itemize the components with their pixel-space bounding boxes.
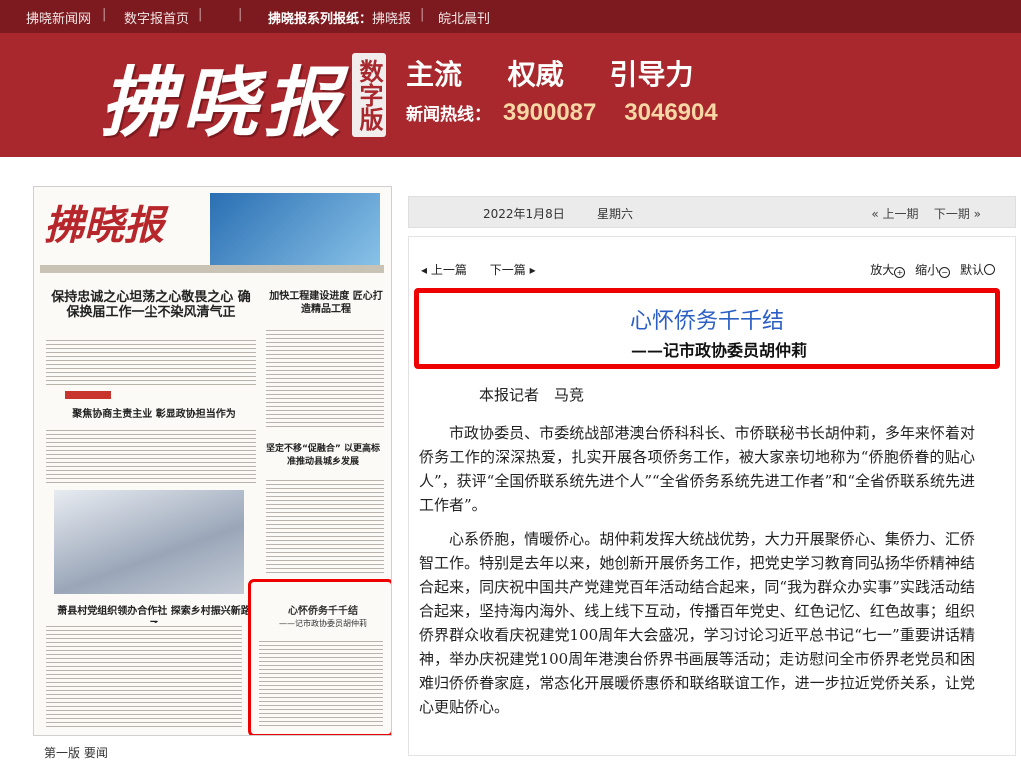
issue-weekday: 星期六 <box>597 207 634 221</box>
zoom-out-button[interactable]: 缩小 <box>915 263 939 277</box>
nav-link-news-site[interactable]: 拂晓新闻网 <box>26 8 91 27</box>
thumbnail-masthead: 拂晓报 <box>44 202 164 249</box>
nav-divider: | <box>198 7 203 22</box>
series-label: 拂晓报系列报纸： <box>268 12 373 27</box>
article-paragraph: 心系侨胞，情暖侨心。胡仲莉发挥大统战优势，大力开展聚侨心、集侨力、汇侨智工作。特… <box>419 530 975 716</box>
thumbnail-headline[interactable]: 保持忠诚之心坦荡之心敬畏之心 确保换届工作一尘不染风清气正 <box>46 290 256 320</box>
nav-link-wanbei[interactable]: 皖北晨刊 <box>438 8 490 27</box>
thumbnail-text-block[interactable] <box>46 623 242 727</box>
site-logo[interactable]: 拂晓报 <box>100 41 346 151</box>
font-size-controls: 放大 + 缩小 − 默认 <box>870 261 1001 278</box>
plus-circle-icon[interactable]: + <box>894 267 906 278</box>
default-size-button[interactable]: 默认 <box>960 263 984 277</box>
thumbnail-text-block[interactable] <box>46 337 256 385</box>
page-label[interactable]: 第一版 要闻 <box>44 744 108 761</box>
nav-divider: | <box>238 7 243 22</box>
prev-issue-icon[interactable]: « <box>871 207 878 221</box>
thumbnail-ad-image[interactable] <box>210 193 380 265</box>
hotline-label: 新闻热线： <box>406 105 491 125</box>
date-bar: 2022年1月8日 星期六 « 上一期 下一期 » <box>408 196 1016 228</box>
article-subtitle: ——记市政协委员胡仲莉 <box>630 341 807 360</box>
thumbnail-text-block[interactable] <box>266 327 384 427</box>
article-title: 心怀侨务千千结 <box>629 309 784 334</box>
thumbnail-highlight-title: 心怀侨务千千结 <box>288 606 358 617</box>
thumbnail-section-tag <box>65 391 111 399</box>
hotline-number: 3900087 <box>502 99 597 126</box>
issue-nav: « 上一期 下一期 » <box>871 205 981 222</box>
slogan-item: 主流 <box>406 58 463 91</box>
caret-right-icon[interactable]: ▸ <box>530 263 536 277</box>
article-paragraph: 市政协委员、市委统战部港澳台侨科科长、市侨联秘书长胡仲莉，多年来怀着对侨务工作的… <box>419 424 976 514</box>
thumbnail-headline[interactable]: 坚定不移“促融合” 以更高标准推动县城乡发展 <box>266 441 380 467</box>
hotline: 新闻热线： 3900087 3046904 <box>406 99 734 127</box>
nav-divider: | <box>102 7 107 22</box>
next-issue-icon[interactable]: » <box>974 207 981 221</box>
issue-date: 2022年1月8日 <box>483 207 565 221</box>
thumbnail-text-block[interactable] <box>46 427 256 483</box>
thumbnail-text-block[interactable] <box>266 477 384 573</box>
nav-divider: | <box>420 7 425 22</box>
thumbnail-text-block <box>259 638 383 726</box>
minus-circle-icon[interactable]: − <box>939 267 951 278</box>
slogan-item: 引导力 <box>609 58 694 91</box>
digital-edition-badge: 数字版 <box>352 53 386 137</box>
top-nav-bar: 拂晓新闻网 | 数字报首页 | | 拂晓报系列报纸： 拂晓报 | 皖北晨刊 <box>0 0 1021 33</box>
zoom-in-button[interactable]: 放大 <box>870 263 894 277</box>
prev-issue-link[interactable]: 上一期 <box>883 207 919 221</box>
slogan: 主流 权威 引导力 <box>406 53 730 93</box>
next-issue-link[interactable]: 下一期 <box>934 207 970 221</box>
radio-circle-icon[interactable] <box>984 264 995 275</box>
article-author: 本报记者 马竞 <box>479 386 585 404</box>
prev-article-link[interactable]: 上一篇 <box>431 263 467 277</box>
caret-left-icon[interactable]: ◂ <box>421 263 427 277</box>
thumbnail-headline[interactable]: 加快工程建设进度 匠心打造精品工程 <box>266 290 386 316</box>
article-title-box: 心怀侨务千千结 ——记市政协委员胡仲莉 <box>414 288 1000 369</box>
thumbnail-headline[interactable]: 聚焦协商主责主业 彰显政协担当作为 <box>54 405 254 420</box>
thumbnail-highlight-article[interactable]: 心怀侨务千千结 ——记市政协委员胡仲莉 <box>248 579 391 735</box>
article-panel: ◂ 上一篇 下一篇 ▸ 放大 + 缩小 − 默认 心怀侨务千千结 ——记市政协委员胡… <box>408 236 1016 756</box>
nav-link-fuxiaobao[interactable]: 拂晓报 <box>372 8 411 27</box>
next-article-link[interactable]: 下一篇 <box>490 263 526 277</box>
thumbnail-info-strip <box>40 265 384 273</box>
hotline-number: 3046904 <box>624 99 718 126</box>
site-header: 拂晓报 数字版 主流 权威 引导力 新闻热线： 3900087 3046904 <box>0 33 1021 157</box>
article-body: 本报记者 马竞 市政协委员、市委统战部港澳台侨科科长、市侨联秘书长胡仲莉，多年来… <box>419 383 975 729</box>
newspaper-page-thumbnail[interactable]: 拂晓报 保持忠诚之心坦荡之心敬畏之心 确保换届工作一尘不染风清气正 加快工程建设… <box>33 186 392 736</box>
slogan-item: 权威 <box>507 58 564 91</box>
nav-link-home[interactable]: 数字报首页 <box>124 8 189 27</box>
thumbnail-photo[interactable] <box>54 490 244 594</box>
thumbnail-highlight-subtitle: ——记市政协委员胡仲莉 <box>279 619 367 628</box>
article-nav: ◂ 上一篇 下一篇 ▸ <box>421 261 536 278</box>
